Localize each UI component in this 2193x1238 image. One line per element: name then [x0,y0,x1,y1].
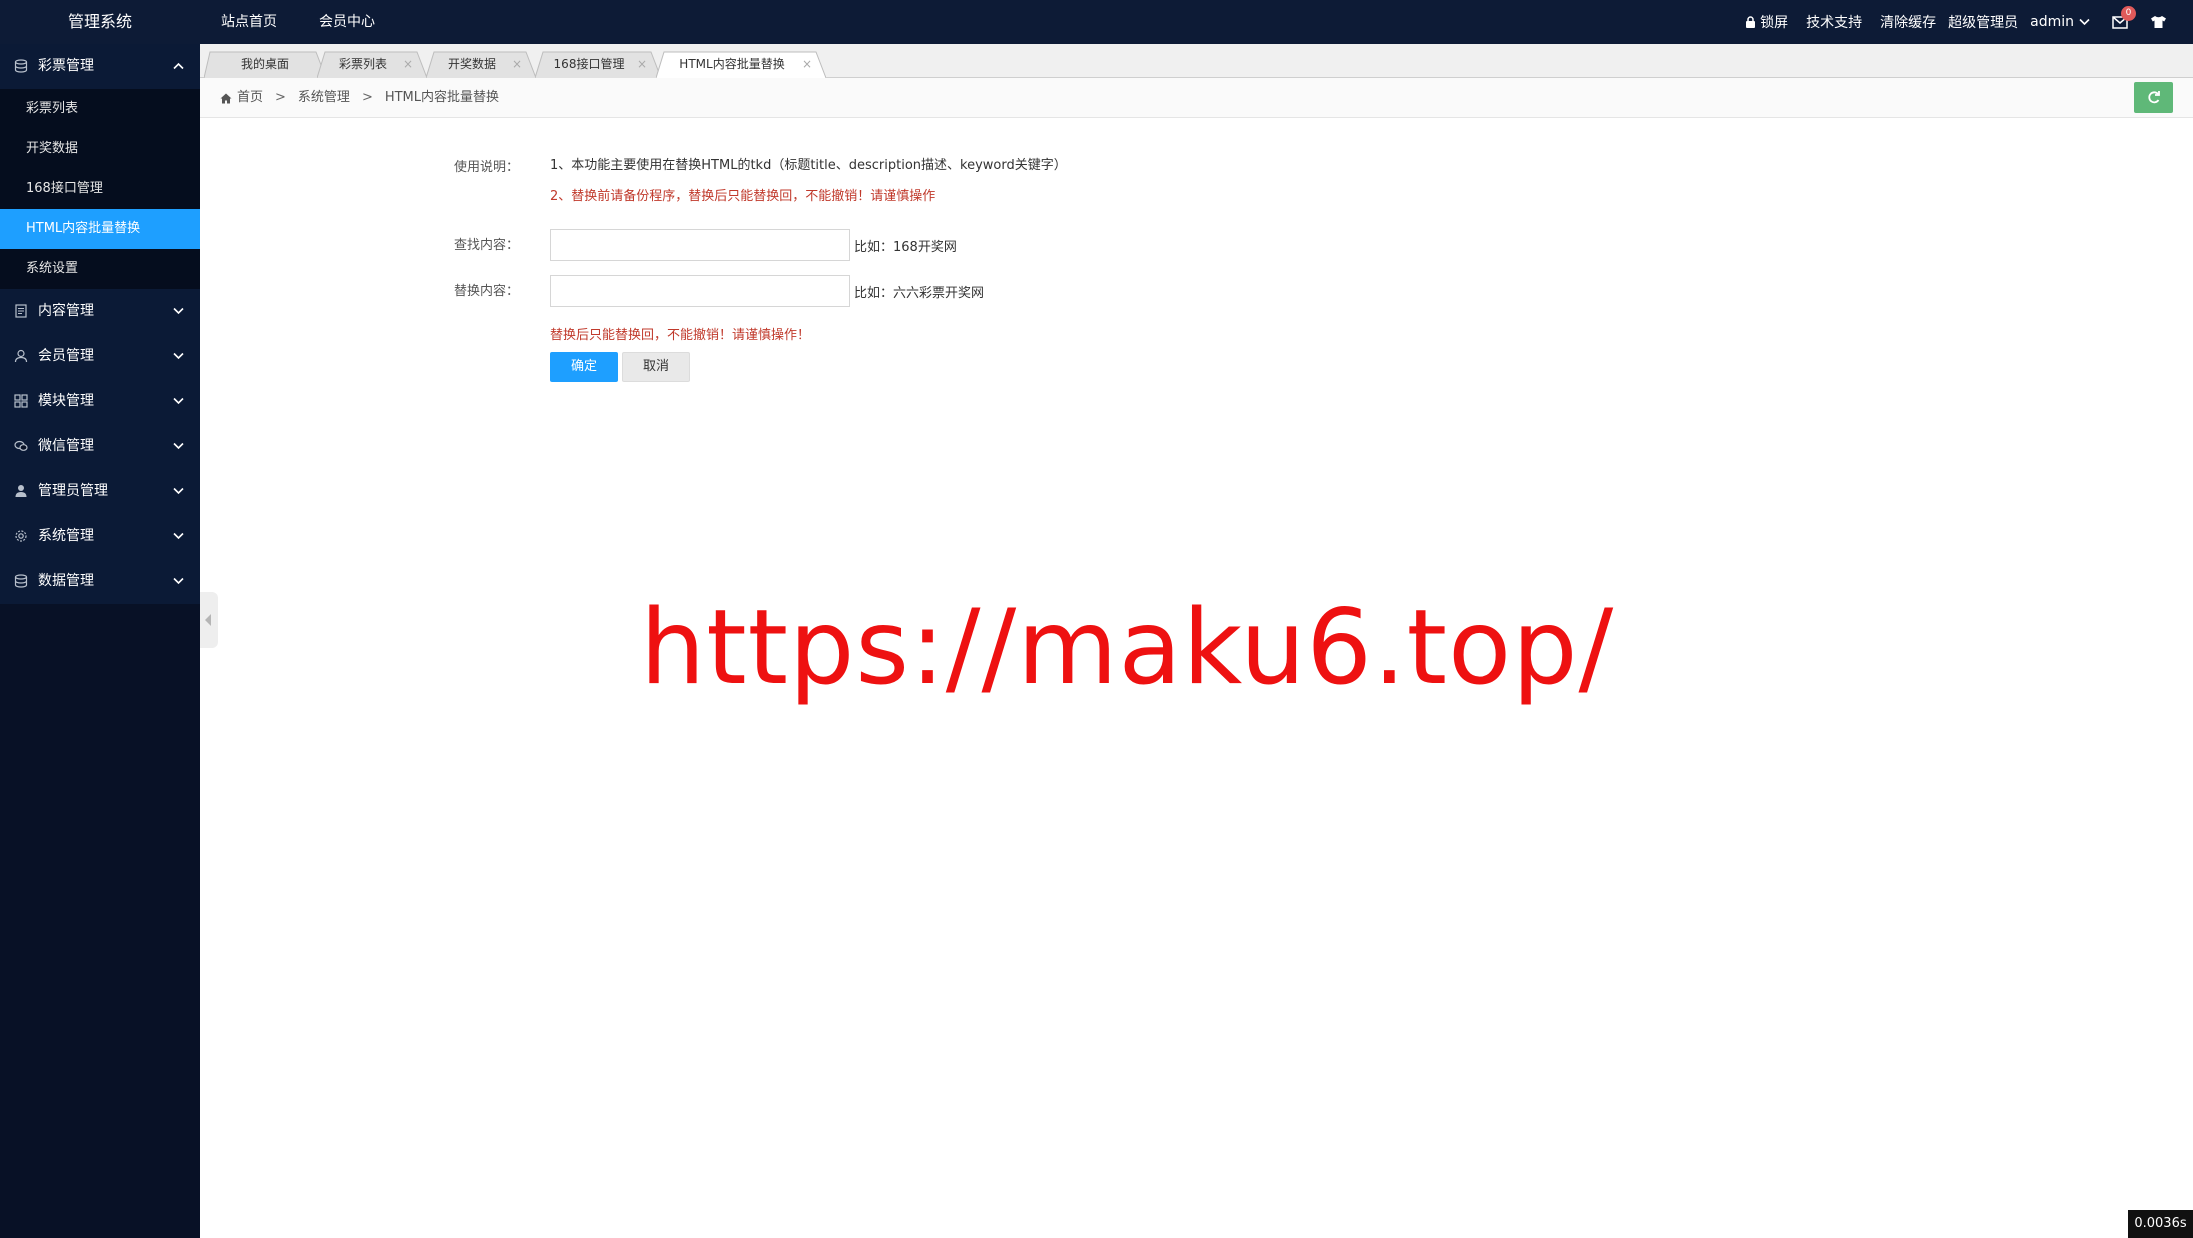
tab-label: 彩票列表 [338,57,387,71]
database-icon [14,59,28,73]
replace-label: 替换内容： [454,284,520,299]
watermark-url: https://maku6.top/ [640,588,1615,708]
chevron-down-icon [173,307,184,315]
confirm-button[interactable]: 确定 [550,352,618,382]
close-icon[interactable]: × [802,51,812,78]
breadcrumb-system[interactable]: 系统管理 [298,78,350,118]
top-right-tools: 锁屏 技术支持 清除缓存 超级管理员 admin 0 [1727,0,2167,44]
menu-group-wechat[interactable]: 微信管理 [0,424,200,469]
breadcrumb-bar: 首页 > 系统管理 > HTML内容批量替换 [200,78,2193,118]
refresh-button[interactable] [2134,82,2173,113]
sidebar-item-html-replace[interactable]: HTML内容批量替换 [0,209,200,249]
sidebar-collapse-handle[interactable] [200,592,218,648]
sidebar-item-system-settings[interactable]: 系统设置 [0,249,200,289]
chevron-down-icon [173,442,184,450]
gear-icon [15,530,27,542]
menu-group-lottery[interactable]: 彩票管理 [0,44,200,89]
breadcrumb-current: HTML内容批量替换 [384,90,500,105]
usage-label: 使用说明： [454,160,520,175]
tab-label: 我的桌面 [240,57,289,71]
sidebar-item-168-api[interactable]: 168接口管理 [0,169,200,209]
tshirt-icon [2151,16,2166,28]
find-hint: 比如：168开奖网 [854,240,957,255]
replace-hint: 比如：六六彩票开奖网 [854,286,985,301]
sidebar-item-draw-data[interactable]: 开奖数据 [0,129,200,169]
find-input[interactable] [550,229,850,261]
user-icon [14,349,28,363]
close-icon[interactable]: × [512,51,522,78]
admin-icon [15,485,27,497]
breadcrumb-separator: > [275,90,286,105]
chevron-down-icon [173,487,184,495]
lock-screen-button[interactable]: 锁屏 [1745,12,1788,32]
lock-label: 锁屏 [1760,15,1789,31]
tab-label: 开奖数据 [447,57,496,71]
menu-group-system[interactable]: 系统管理 [0,514,200,559]
menu-group-content[interactable]: 内容管理 [0,289,200,334]
refresh-icon [2148,91,2160,104]
menu-group-member[interactable]: 会员管理 [0,334,200,379]
tab-html-replace[interactable]: HTML内容批量替换 × [656,51,826,78]
chevron-down-icon [173,577,184,585]
menu-group-data[interactable]: 数据管理 [0,559,200,604]
menu-group-label: 管理员管理 [38,483,108,499]
role-label: 超级管理员 [1948,15,2019,31]
app-logo: 管理系统 [67,12,132,31]
replace-input[interactable] [550,275,850,307]
menu-group-admin[interactable]: 管理员管理 [0,469,200,514]
tab-my-desktop[interactable]: 我的桌面 [204,51,326,78]
find-label: 查找内容： [454,238,520,253]
messages-button[interactable]: 0 [2112,5,2136,29]
close-icon[interactable]: × [637,51,647,78]
document-icon [15,304,27,318]
cancel-button[interactable]: 取消 [622,352,690,382]
menu-group-label: 微信管理 [38,438,94,454]
tech-support-link[interactable]: 技术支持 [1806,12,1862,32]
breadcrumb: 首页 > 系统管理 > HTML内容批量替换 [220,78,499,118]
menu-group-label: 会员管理 [38,348,94,364]
lock-icon [1746,16,1756,28]
theme-button[interactable] [2150,15,2167,29]
tab-draw-data[interactable]: 开奖数据 × [426,51,536,78]
user-menu[interactable]: admin [2030,14,2090,30]
wechat-icon [14,440,28,451]
sidebar: 彩票管理 彩票列表 开奖数据 168接口管理 HTML内容批量替换 系统设置 内… [0,44,200,1238]
tab-label: 168接口管理 [553,57,625,71]
usage-line-2: 2、替换前请备份程序，替换后只能替换回，不能撤销！请谨慎操作 [550,189,936,204]
menu-group-module[interactable]: 模块管理 [0,379,200,424]
menu-group-label: 内容管理 [38,303,94,319]
grid-icon [14,394,28,408]
tabs-bar: 我的桌面 彩票列表 × 开奖数据 × 168接口管理 × HTML内容批量替换 … [200,44,2193,78]
username: admin [2030,14,2074,30]
database-icon [14,574,28,588]
top-nav: 站点首页 会员中心 [200,0,396,44]
nav-site-home[interactable]: 站点首页 [200,0,298,44]
menu-group-label: 系统管理 [38,528,94,544]
message-count-badge: 0 [2121,5,2136,21]
warning-text: 替换后只能替换回，不能撤销！请谨慎操作！ [550,328,811,343]
close-icon[interactable]: × [403,51,413,78]
menu-group-label: 彩票管理 [38,58,94,74]
chevron-down-icon [173,397,184,405]
chevron-down-icon [173,352,184,360]
top-header: 管理系统 站点首页 会员中心 锁屏 技术支持 清除缓存 超级管理员 admin … [0,0,2193,44]
submenu-lottery: 彩票列表 开奖数据 168接口管理 HTML内容批量替换 系统设置 [0,89,200,289]
breadcrumb-separator: > [361,90,373,105]
breadcrumb-home[interactable]: 首页 [237,78,263,118]
tab-168-api[interactable]: 168接口管理 × [535,51,661,78]
tab-lottery-list[interactable]: 彩票列表 × [317,51,427,78]
chevron-down-icon [2079,18,2090,26]
render-time: 0.0036s [2128,1210,2193,1238]
chevron-down-icon [173,532,184,540]
usage-line-1: 1、本功能主要使用在替换HTML的tkd（标题title、description… [550,158,1067,173]
menu-group-label: 模块管理 [38,393,94,409]
menu-group-label: 数据管理 [38,573,94,589]
home-icon [220,93,232,103]
tab-label: HTML内容批量替换 [679,57,785,71]
clear-cache-button[interactable]: 清除缓存 [1880,12,1936,32]
chevron-up-icon [173,62,184,70]
sidebar-item-lottery-list[interactable]: 彩票列表 [0,89,200,129]
nav-member-center[interactable]: 会员中心 [298,0,396,44]
